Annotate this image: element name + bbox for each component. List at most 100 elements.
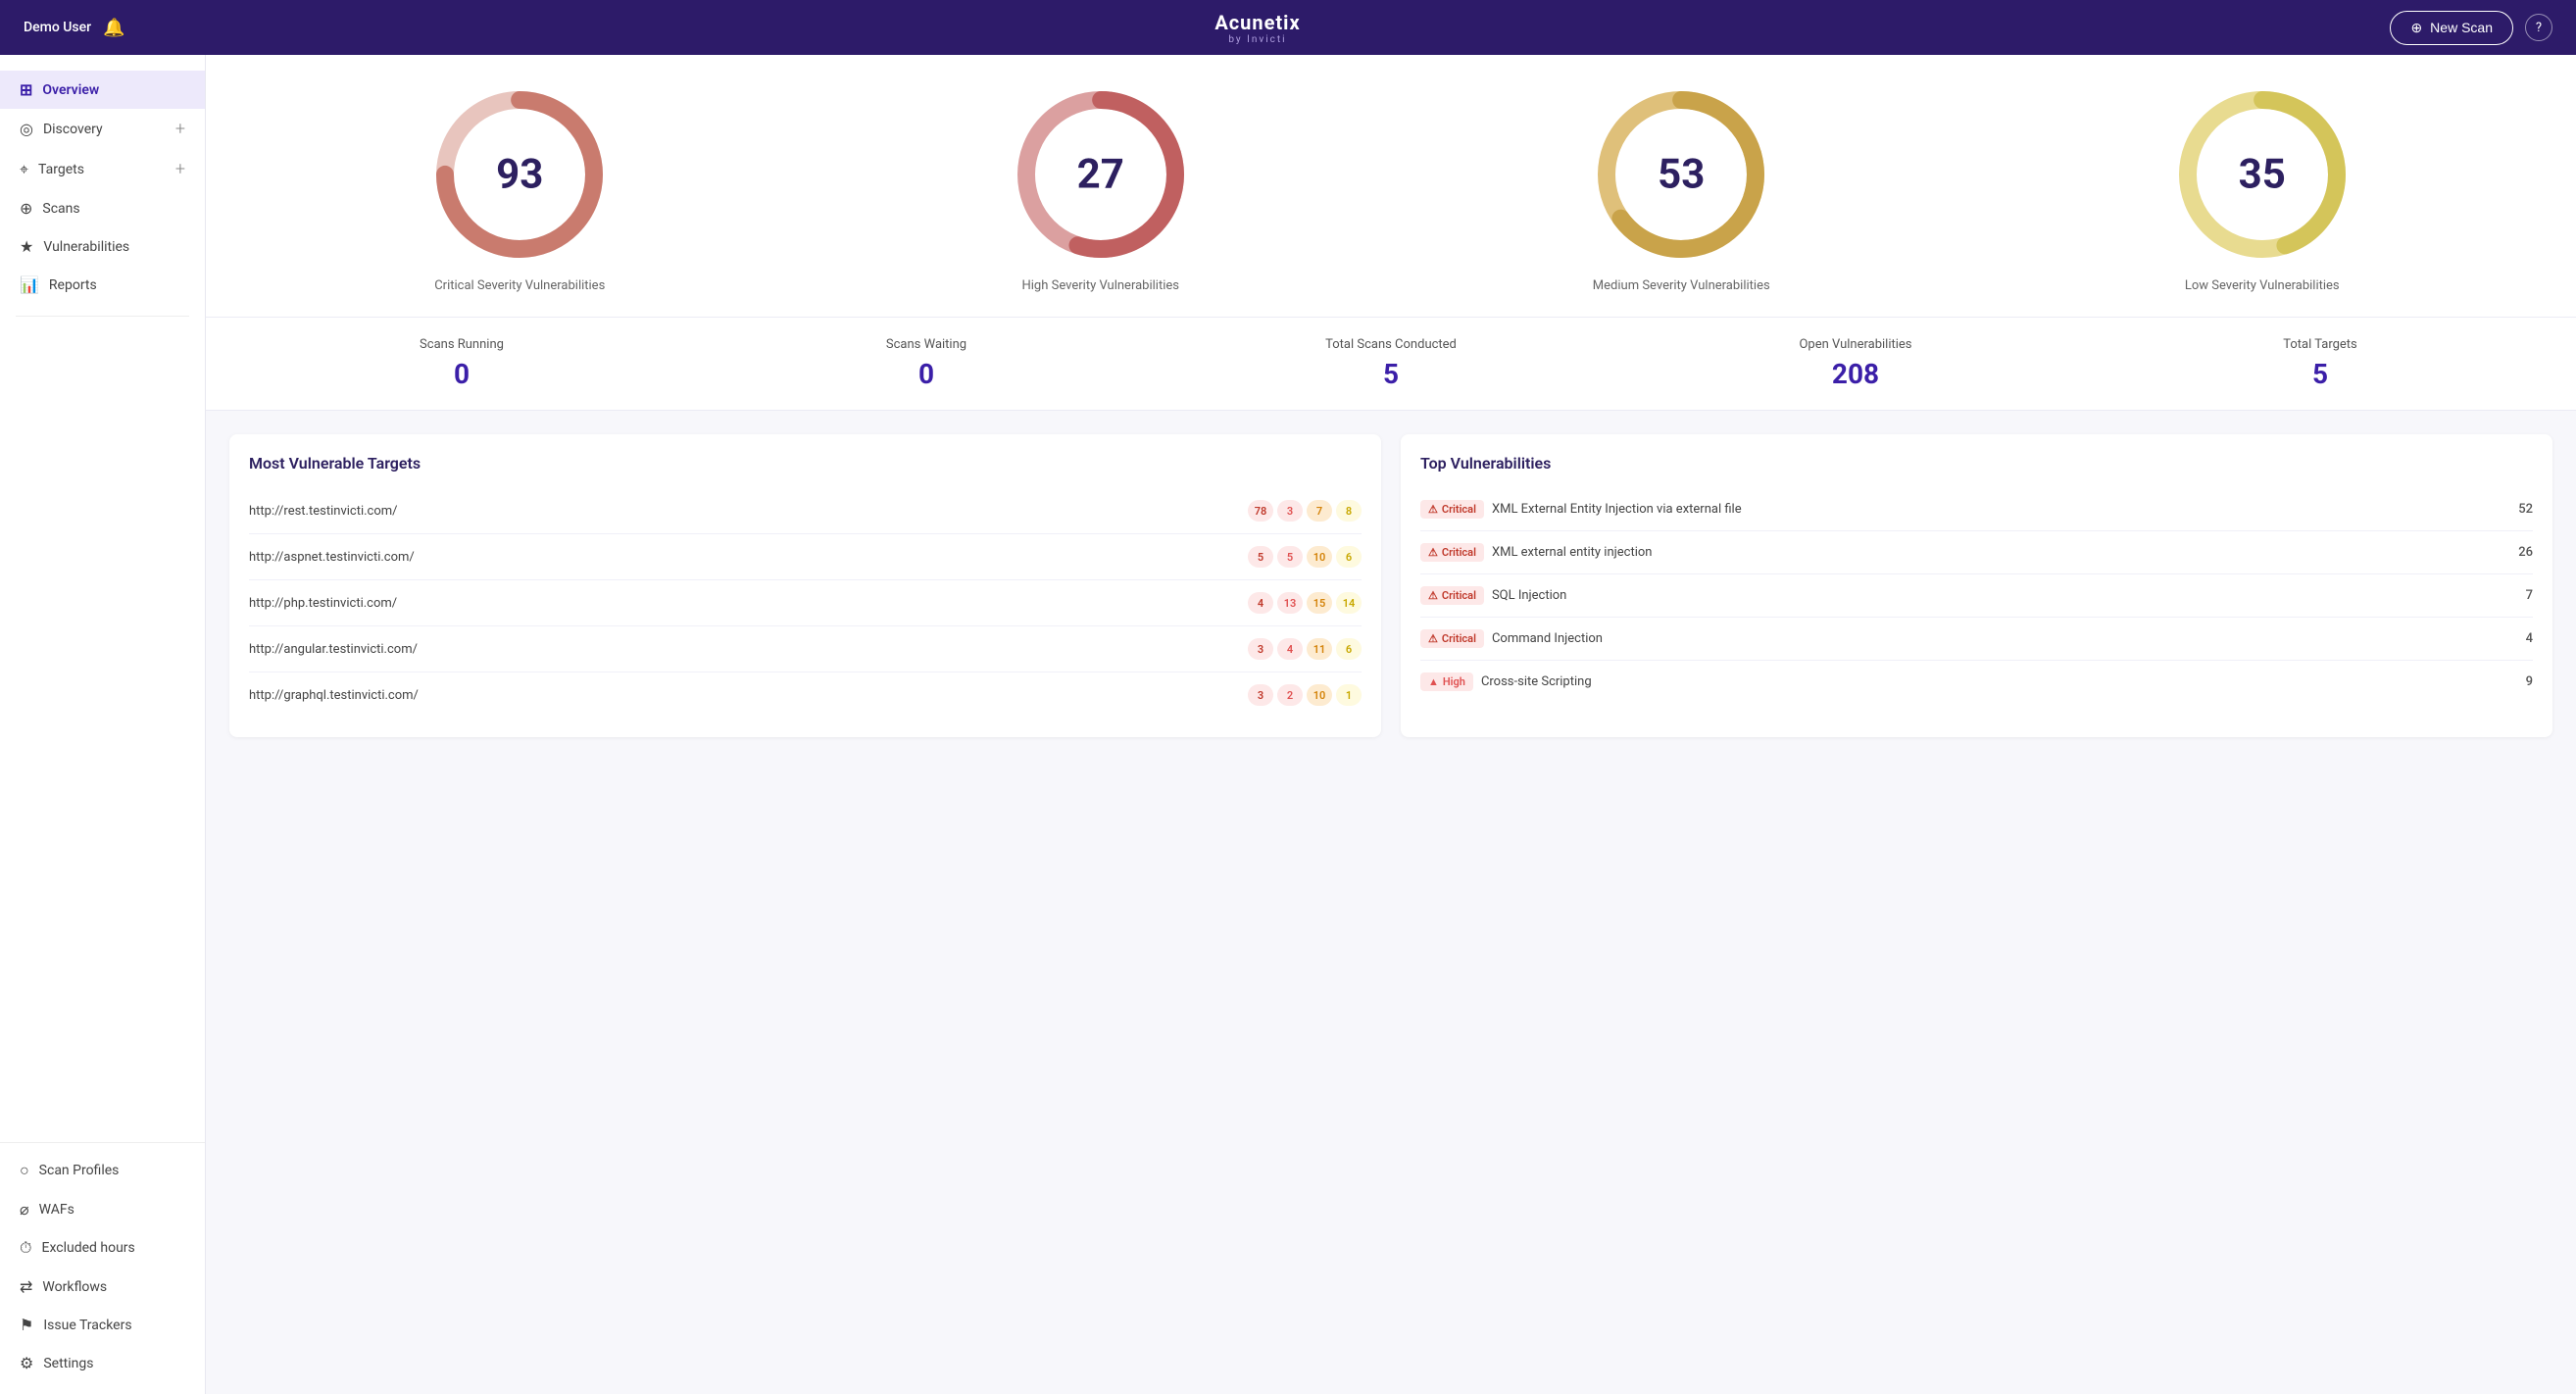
target-badges: 78378 [1248, 500, 1362, 522]
metric-total-scans: Total Scans Conducted 5 [1159, 337, 1623, 390]
table-row[interactable]: http://graphql.testinvicti.com/ 32101 [249, 672, 1362, 718]
help-button[interactable]: ? [2525, 14, 2552, 41]
donut-wrap-critical: 93 [431, 86, 608, 263]
new-scan-button[interactable]: ⊕ New Scan [2390, 11, 2513, 45]
donut-value-high: 27 [1077, 151, 1124, 199]
badge-low: 8 [1336, 500, 1362, 522]
stat-card-critical: 93 Critical Severity Vulnerabilities [229, 86, 811, 293]
top-vulnerabilities-panel: Top Vulnerabilities ⚠ Critical XML Exter… [1401, 434, 2552, 737]
table-row[interactable]: http://rest.testinvicti.com/ 78378 [249, 488, 1362, 534]
workflows-icon: ⇄ [20, 1277, 32, 1296]
sidebar-label-issue-trackers: Issue Trackers [43, 1318, 131, 1333]
user-name: Demo User [24, 20, 91, 35]
scan-profiles-icon: ○ [20, 1161, 29, 1180]
sidebar-item-scan-profiles[interactable]: ○ Scan Profiles [0, 1151, 205, 1190]
sidebar-item-left: ○ Scan Profiles [20, 1161, 119, 1180]
sidebar-item-vulnerabilities[interactable]: ★ Vulnerabilities [0, 227, 205, 266]
badge-critical: 3 [1248, 684, 1273, 706]
badge-medium: 11 [1307, 638, 1332, 660]
sidebar-item-targets[interactable]: ⌖ Targets + [0, 149, 205, 189]
sidebar-item-left: ⌖ Targets [20, 160, 84, 179]
donut-wrap-medium: 53 [1593, 86, 1769, 263]
dashboard-panels: Most Vulnerable Targets http://rest.test… [206, 411, 2576, 761]
sidebar-item-left: ⊕ Scans [20, 199, 80, 218]
sidebar-item-excluded-hours[interactable]: ⏱ Excluded hours [0, 1228, 205, 1268]
donut-wrap-low: 35 [2174, 86, 2351, 263]
badge-medium: 10 [1307, 684, 1332, 706]
vuln-count: 7 [2526, 588, 2533, 603]
badge-high: 5 [1277, 546, 1303, 568]
severity-label: Critical [1442, 632, 1476, 645]
list-item[interactable]: ⚠ Critical Command Injection 4 [1420, 618, 2533, 661]
target-url: http://graphql.testinvicti.com/ [249, 688, 419, 703]
vuln-left: ⚠ Critical XML External Entity Injection… [1420, 500, 1742, 519]
sidebar-label-workflows: Workflows [42, 1279, 107, 1295]
severity-label: High [1443, 675, 1465, 688]
sidebar-label-scan-profiles: Scan Profiles [39, 1163, 120, 1178]
sidebar-item-left: ◎ Discovery [20, 120, 103, 138]
sidebar-label-wafs: WAFs [39, 1202, 74, 1218]
sidebar-item-overview[interactable]: ⊞ Overview [0, 71, 205, 109]
badge-low: 14 [1336, 592, 1362, 614]
vuln-count: 9 [2526, 674, 2533, 689]
table-row[interactable]: http://aspnet.testinvicti.com/ 55106 [249, 534, 1362, 580]
metric-value-scans-waiting: 0 [694, 358, 1159, 390]
vuln-left: ⚠ Critical Command Injection [1420, 629, 1603, 648]
badge-low: 1 [1336, 684, 1362, 706]
list-item[interactable]: ⚠ Critical XML External Entity Injection… [1420, 488, 2533, 531]
logo-subtext: by Invicti [1214, 34, 1300, 45]
badge-critical: 3 [1248, 638, 1273, 660]
target-url: http://angular.testinvicti.com/ [249, 642, 418, 657]
add-targets-button[interactable]: + [175, 159, 185, 179]
vuln-left: ⚠ Critical XML external entity injection [1420, 543, 1652, 562]
sidebar-bottom-section: ○ Scan Profiles ⌀ WAFs ⏱ Excluded hours … [0, 1142, 205, 1382]
notifications-icon[interactable]: 🔔 [103, 18, 124, 38]
sidebar-item-reports[interactable]: 📊 Reports [0, 266, 205, 304]
sidebar-item-left: ⚙ Settings [20, 1354, 93, 1372]
severity-badge: ⚠ Critical [1420, 586, 1484, 605]
metric-label-scans-running: Scans Running [229, 337, 694, 352]
settings-icon: ⚙ [20, 1354, 33, 1372]
add-discovery-button[interactable]: + [175, 119, 185, 139]
badge-medium: 10 [1307, 546, 1332, 568]
severity-badge: ⚠ Critical [1420, 629, 1484, 648]
vuln-left: ▲ High Cross-site Scripting [1420, 672, 1592, 691]
vuln-count: 4 [2526, 631, 2533, 646]
most-vulnerable-panel: Most Vulnerable Targets http://rest.test… [229, 434, 1381, 737]
sidebar-item-issue-trackers[interactable]: ⚑ Issue Trackers [0, 1306, 205, 1344]
donut-value-medium: 53 [1658, 151, 1705, 199]
sidebar-item-wafs[interactable]: ⌀ WAFs [0, 1190, 205, 1228]
user-info: Demo User 🔔 [24, 18, 125, 38]
metric-value-scans-running: 0 [229, 358, 694, 390]
badge-low: 6 [1336, 546, 1362, 568]
list-item[interactable]: ⚠ Critical XML external entity injection… [1420, 531, 2533, 574]
stat-label-high: High Severity Vulnerabilities [1022, 278, 1179, 293]
sidebar-item-scans[interactable]: ⊕ Scans [0, 189, 205, 227]
list-item[interactable]: ⚠ Critical SQL Injection 7 [1420, 574, 2533, 618]
table-row[interactable]: http://php.testinvicti.com/ 4131514 [249, 580, 1362, 626]
metric-scans-waiting: Scans Waiting 0 [694, 337, 1159, 390]
target-badges: 55106 [1248, 546, 1362, 568]
app-body: ⊞ Overview ◎ Discovery + ⌖ Targets + ⊕ S… [0, 55, 2576, 1394]
new-scan-label: New Scan [2430, 20, 2493, 35]
donut-value-critical: 93 [496, 151, 543, 199]
badge-critical: 78 [1248, 500, 1273, 522]
sidebar-item-discovery[interactable]: ◎ Discovery + [0, 109, 205, 149]
metric-value-total-scans: 5 [1159, 358, 1623, 390]
sidebar-label-settings: Settings [43, 1356, 93, 1371]
sidebar-item-workflows[interactable]: ⇄ Workflows [0, 1268, 205, 1306]
severity-icon: ⚠ [1428, 589, 1438, 602]
badge-critical: 4 [1248, 592, 1273, 614]
severity-label: Critical [1442, 589, 1476, 602]
severity-icon: ▲ [1428, 675, 1439, 688]
issue-trackers-icon: ⚑ [20, 1316, 33, 1334]
badge-high: 3 [1277, 500, 1303, 522]
sidebar-item-left: ⏱ Excluded hours [20, 1238, 135, 1258]
target-list: http://rest.testinvicti.com/ 78378 http:… [249, 488, 1362, 718]
list-item[interactable]: ▲ High Cross-site Scripting 9 [1420, 661, 2533, 703]
sidebar-label-excluded-hours: Excluded hours [41, 1240, 134, 1256]
stat-label-medium: Medium Severity Vulnerabilities [1593, 278, 1770, 293]
table-row[interactable]: http://angular.testinvicti.com/ 34116 [249, 626, 1362, 672]
sidebar-item-settings[interactable]: ⚙ Settings [0, 1344, 205, 1382]
vulnerabilities-icon: ★ [20, 237, 33, 256]
